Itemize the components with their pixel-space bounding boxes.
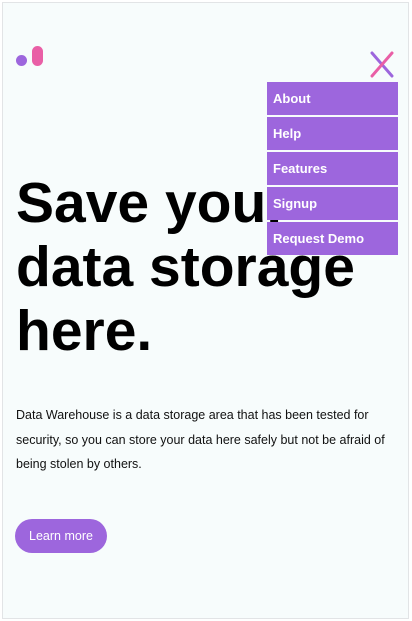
logo-dot (16, 55, 27, 66)
page-frame: Save your data storage here. Data Wareho… (2, 2, 409, 619)
nav-item-request-demo[interactable]: Request Demo (267, 222, 398, 255)
nav-dropdown-menu: About Help Features Signup Request Demo (267, 82, 398, 255)
close-icon (370, 51, 394, 78)
hero-description: Data Warehouse is a data storage area th… (16, 408, 385, 471)
close-menu-button[interactable] (369, 50, 395, 82)
logo-pill (32, 46, 43, 66)
learn-more-button[interactable]: Learn more (15, 519, 107, 553)
nav-item-features[interactable]: Features (267, 152, 398, 185)
nav-item-about[interactable]: About (267, 82, 398, 115)
brand-logo-icon[interactable] (16, 46, 46, 68)
nav-item-help[interactable]: Help (267, 117, 398, 150)
nav-item-signup[interactable]: Signup (267, 187, 398, 220)
